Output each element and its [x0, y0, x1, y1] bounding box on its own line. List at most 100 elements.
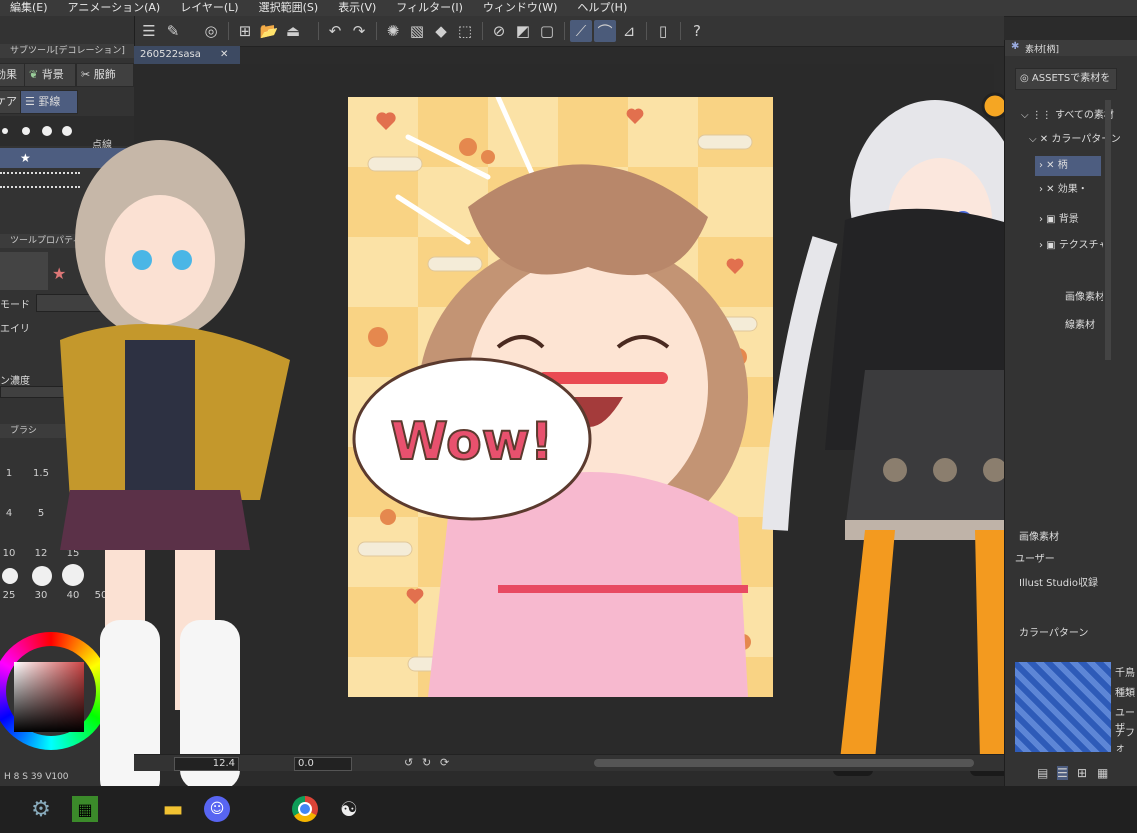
tree-scrollbar[interactable] [1105, 100, 1111, 360]
category-ruled-line-label: 罫線 [38, 95, 61, 108]
category-clothing-label: 服飾 [93, 68, 116, 81]
help-icon[interactable]: ? [686, 20, 708, 42]
tree-background-label: 背景 [1058, 214, 1079, 225]
list-user[interactable]: ユーザー [1015, 550, 1111, 570]
snap-special-ruler-icon[interactable]: ⌒ [594, 20, 616, 42]
brush-preview-dot [2, 128, 8, 134]
rotate-left-icon[interactable]: ↺ [404, 756, 413, 769]
hue-label: H [4, 772, 11, 782]
new-canvas-icon[interactable]: ✎ [162, 20, 184, 42]
deselect-icon[interactable]: ⊘ [488, 20, 510, 42]
view-toggle-icon[interactable]: ▤ [1037, 766, 1048, 780]
brush-size-option[interactable]: 25 [0, 590, 20, 601]
tree-texture[interactable]: › ▣ テクスチャ [1039, 236, 1103, 256]
file-explorer-icon[interactable]: ▬ [160, 796, 186, 822]
hue-value: 8 [13, 772, 20, 782]
new-file-icon[interactable]: ⊞ [234, 20, 256, 42]
rotation-field[interactable]: 0.0 [294, 757, 352, 771]
gear-icon[interactable]: ✱ [1011, 41, 1019, 52]
tree-background[interactable]: › ▣ 背景 [1039, 210, 1135, 230]
close-icon[interactable]: ✕ [220, 46, 228, 64]
command-bar: ☰ ✎ ◎ ⊞ 📂 ⏏ ↶ ↷ ✺ ▧ ◆ ⬚ ⊘ ◩ ▢ ⟋ ⌒ ⊿ ▯ ? [134, 16, 1004, 47]
artwork-canvas[interactable]: Wow! [348, 97, 773, 697]
tree-pattern-selected[interactable]: › ✕ 柄 [1035, 156, 1101, 176]
tree-line-material[interactable]: 線素材 [1065, 316, 1103, 336]
category-background-label: 背景 [41, 68, 64, 81]
tree-pattern-label: 柄 [1057, 160, 1068, 171]
brush-size-option[interactable]: 4 [0, 508, 20, 519]
detail-name: 千鳥 [1115, 668, 1135, 679]
grid-view-icon[interactable]: ⊞ [1077, 766, 1087, 780]
menu-selection[interactable]: 選択範囲(S) [249, 0, 329, 16]
horizontal-scrollbar[interactable] [594, 759, 974, 767]
grass-icon: ❦ [29, 68, 39, 81]
snap-ruler-icon[interactable]: ⟋ [570, 20, 592, 42]
category-background[interactable]: ❦ 背景 [24, 63, 76, 87]
discord-icon[interactable]: ☺ [204, 796, 230, 822]
reset-rotation-icon[interactable]: ⟳ [440, 756, 449, 769]
invert-selection-icon[interactable]: ◩ [512, 20, 534, 42]
settings-icon[interactable]: ⚙ [28, 796, 54, 822]
tree-effect[interactable]: › ✕ 効果・ [1039, 180, 1135, 200]
tree-image-material[interactable]: 画像素材 [1065, 288, 1103, 308]
menu-window[interactable]: ウィンドウ(W) [473, 0, 567, 16]
bow-icon: ✂ [81, 68, 91, 81]
mascot-character-left [60, 140, 290, 800]
document-tab[interactable]: 260522sasa ✕ [134, 46, 240, 64]
brush-size-option[interactable]: 10 [0, 548, 20, 559]
smartphone-icon[interactable]: ▯ [652, 20, 674, 42]
tree-all-materials[interactable]: ⌵ ⋮⋮ すべての素材 [1021, 106, 1117, 126]
tree-texture-label: テクスチャ [1058, 240, 1103, 251]
assets-button-label: ASSETSで素材を [1031, 73, 1111, 84]
clip-studio-logo-icon[interactable]: ◎ [200, 20, 222, 42]
list-illust-studio[interactable]: Illust Studio収録 [1019, 574, 1115, 594]
houndstooth-preview[interactable] [1015, 662, 1111, 752]
list-color-pattern-label: カラーパターン [1019, 628, 1089, 639]
list-image-material[interactable]: 画像素材 [1019, 528, 1115, 548]
menu-layer[interactable]: レイヤー(L) [170, 0, 248, 16]
clip-studio-icon[interactable]: ☯ [336, 796, 362, 822]
menu-hamburger-icon[interactable]: ☰ [138, 20, 160, 42]
redo-icon[interactable]: ↷ [348, 20, 370, 42]
brush-preview-dot [22, 127, 30, 135]
save-icon[interactable]: ⏏ [282, 20, 304, 42]
open-folder-icon[interactable]: 📂 [258, 20, 280, 42]
transform-icon[interactable]: ⬚ [454, 20, 476, 42]
list-image-material-label: 画像素材 [1019, 532, 1059, 543]
material-panel-title: 素材[柄] [1025, 45, 1060, 55]
category-clothing[interactable]: ✂ 服飾 [76, 63, 134, 87]
zoom-field[interactable]: 12.4 [174, 757, 239, 771]
list-view-icon[interactable]: ☰ [1057, 766, 1068, 780]
assets-button[interactable]: ◎ ASSETSで素材を [1015, 68, 1117, 90]
subtool-panel-title: サブツール[デコレーション] [0, 44, 134, 58]
document-tab-label: 260522sasa [140, 49, 201, 60]
material-panel: ✱ 素材[柄] ◎ ASSETSで素材を ⌵ ⋮⋮ すべての素材 ⌵ ✕ カラー… [1004, 40, 1137, 786]
status-bar: 12.4 0.0 ↺ ↻ ⟳ [134, 754, 1004, 771]
list-illust-studio-label: Illust Studio収録 [1019, 578, 1099, 589]
menu-view[interactable]: 表示(V) [328, 0, 386, 16]
undo-icon[interactable]: ↶ [324, 20, 346, 42]
large-grid-view-icon[interactable]: ▦ [1097, 766, 1108, 780]
menu-edit[interactable]: 編集(E) [0, 0, 58, 16]
antialias-label: エイリ [0, 324, 30, 335]
menu-bar: 編集(E) アニメーション(A) レイヤー(L) 選択範囲(S) 表示(V) フ… [0, 0, 1137, 17]
list-user-label: ユーザー [1015, 554, 1055, 565]
loading-icon[interactable]: ✺ [382, 20, 404, 42]
detail-default: デフォ [1115, 728, 1135, 754]
menu-animation[interactable]: アニメーション(A) [58, 0, 171, 16]
list-color-pattern[interactable]: カラーパターン [1019, 624, 1115, 644]
snap-grid-icon[interactable]: ⊿ [618, 20, 640, 42]
detail-type: 種類 [1115, 688, 1135, 699]
rotate-right-icon[interactable]: ↻ [422, 756, 431, 769]
clear-icon[interactable]: ▧ [406, 20, 428, 42]
fill-icon[interactable]: ◆ [430, 20, 452, 42]
saturation-label: S [22, 772, 28, 782]
brush-size-option[interactable]: 1 [0, 468, 20, 479]
chrome-icon[interactable] [292, 796, 318, 822]
minecraft-icon[interactable]: ▦ [72, 796, 98, 822]
menu-filter[interactable]: フィルター(I) [386, 0, 473, 16]
menu-help[interactable]: ヘルプ(H) [567, 0, 637, 16]
selection-border-icon[interactable]: ▢ [536, 20, 558, 42]
os-taskbar: ⚙ ▦ ▬ ☺ ☯ [0, 786, 1137, 833]
tree-line-material-label: 線素材 [1065, 320, 1095, 331]
